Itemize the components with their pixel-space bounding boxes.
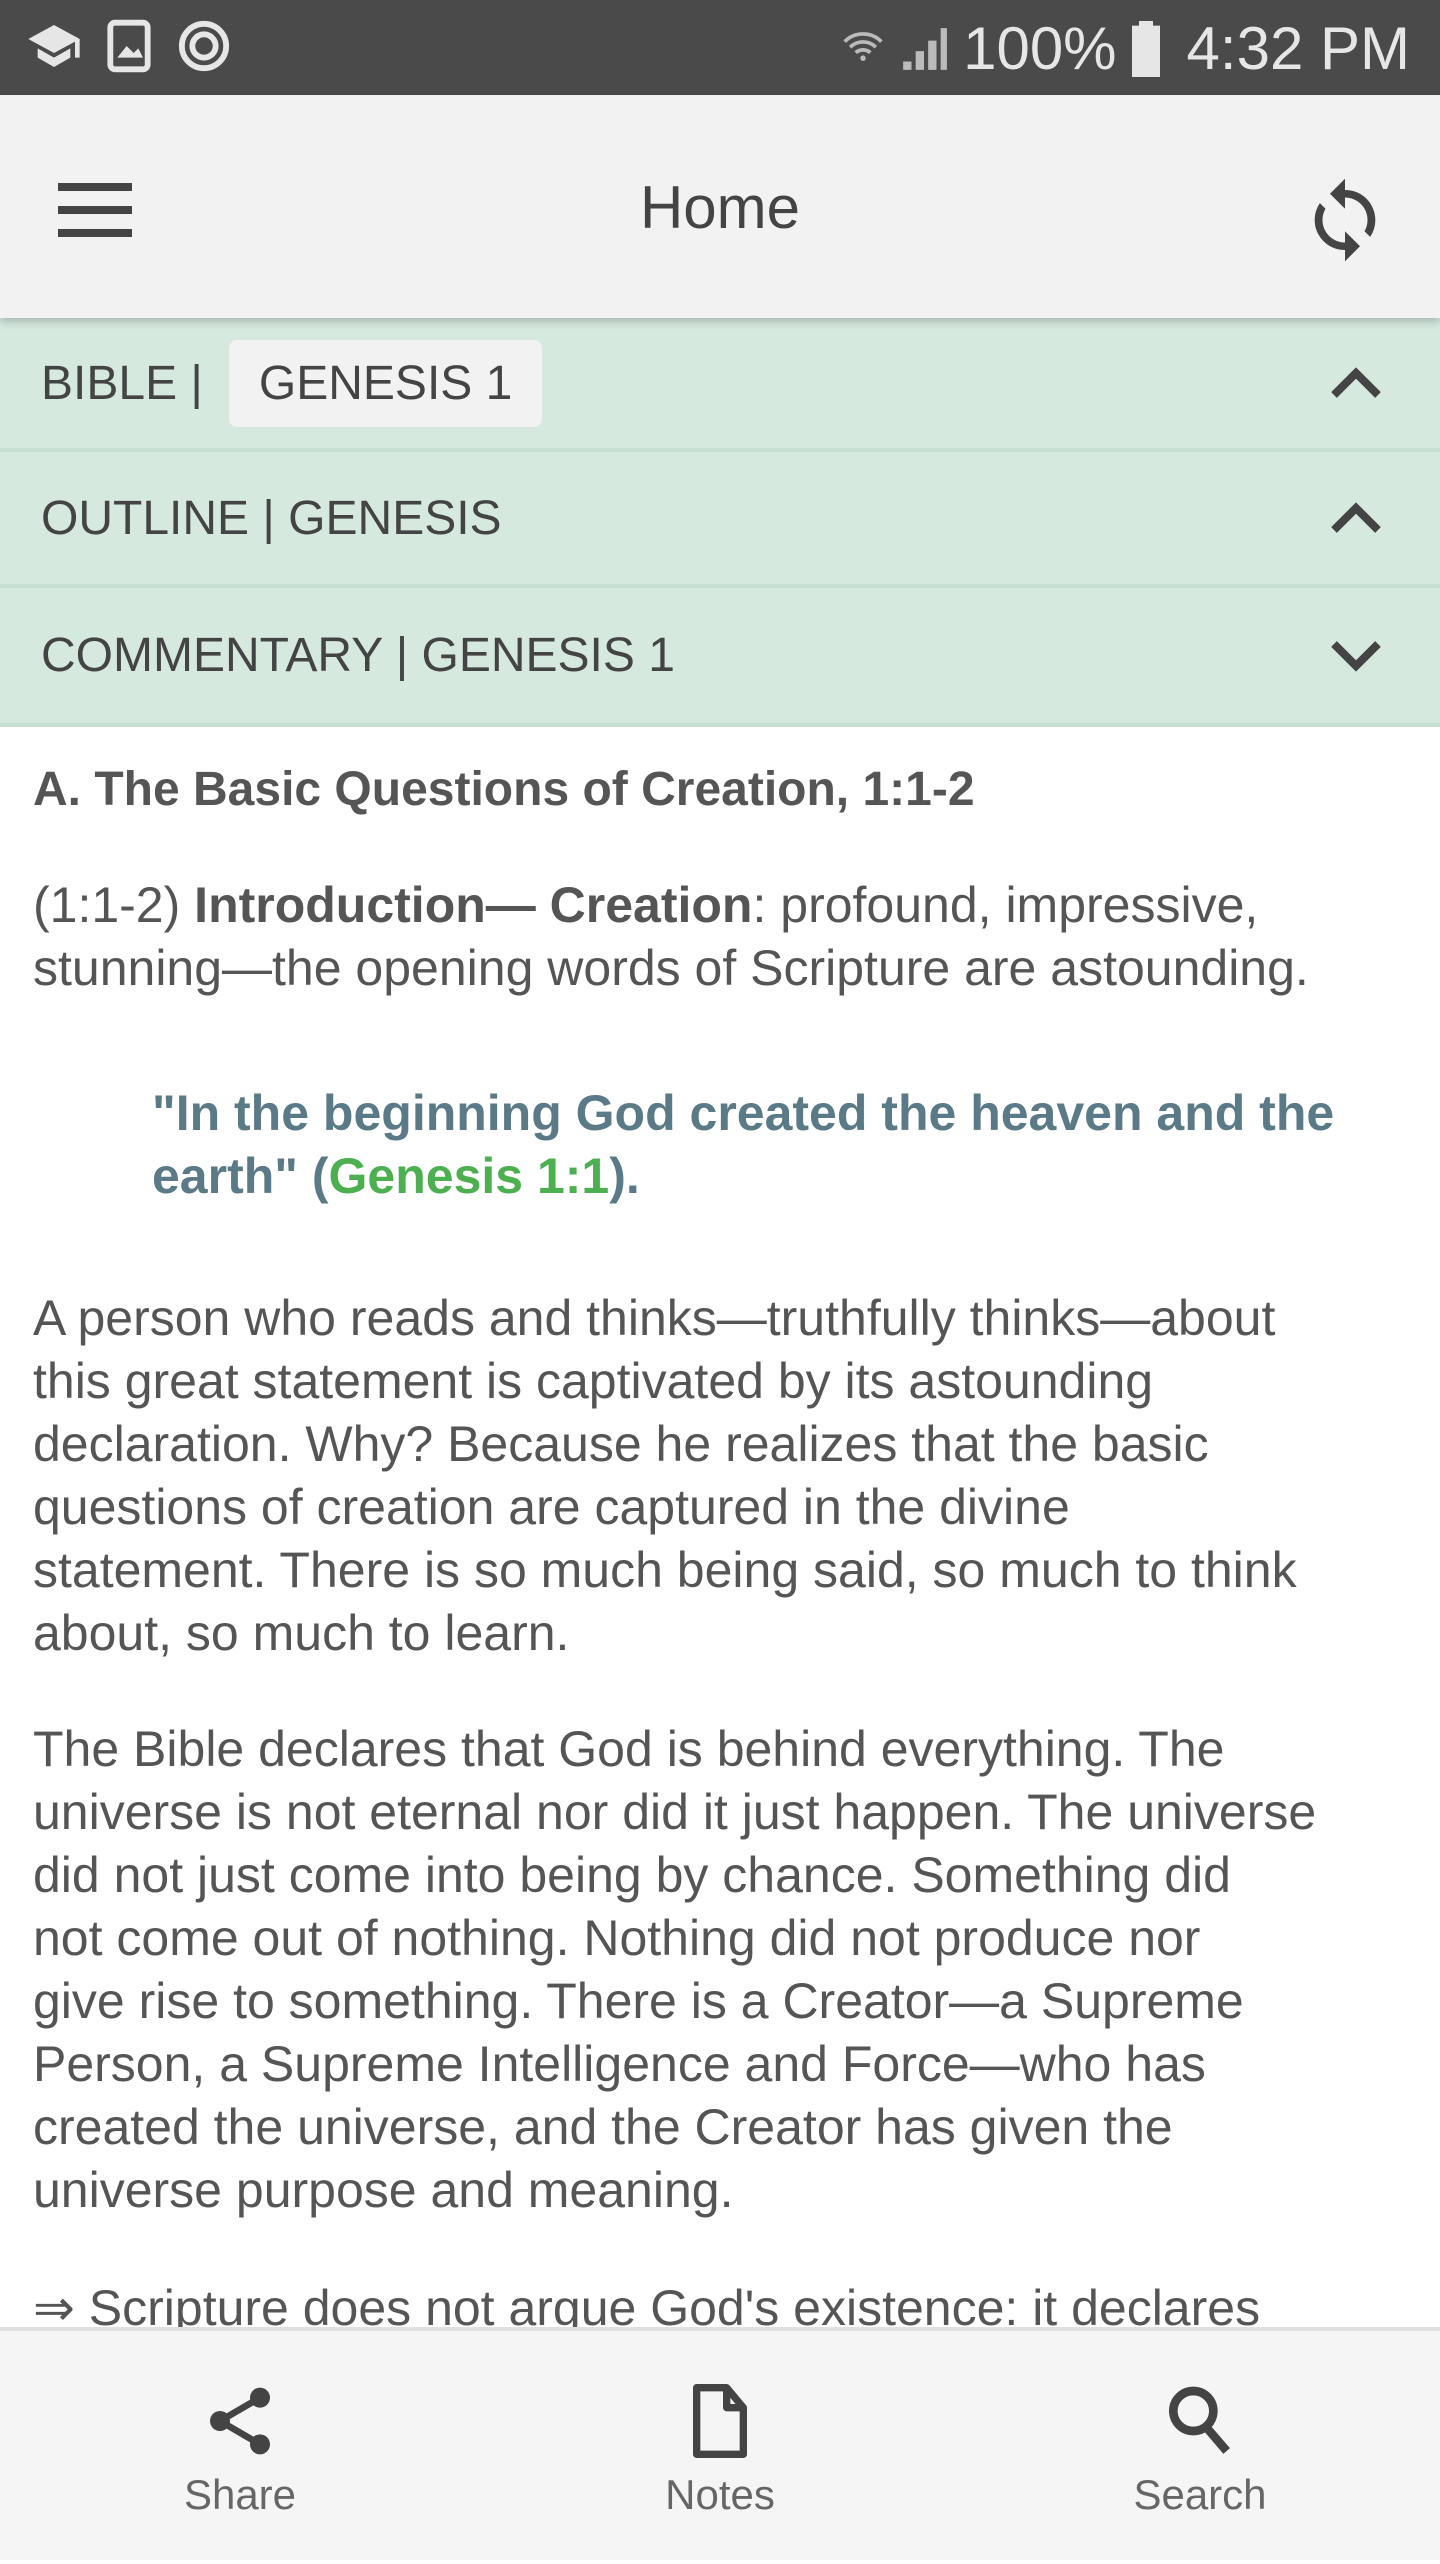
quote-text: earth" ( [152, 1148, 329, 1204]
search-icon [1169, 2386, 1230, 2454]
section-heading: A. The Basic Questions of Creation, 1:1-… [33, 763, 975, 816]
refresh-icon[interactable] [1300, 175, 1390, 265]
wifi-icon [843, 31, 883, 61]
scripture-quote: "In the beginning God created the heaven… [152, 1085, 1335, 1141]
intro-line: stunning—the opening words of Scripture … [33, 940, 1309, 996]
paragraph-line: statement. There is so much being said, … [33, 1542, 1297, 1598]
verse-ref: (1:1-2) [33, 877, 195, 933]
note-icon [693, 2384, 747, 2458]
share-label: Share [183, 2471, 297, 2518]
intro-text: : profound, impressive, [752, 877, 1259, 933]
bottom-nav: Share Notes Search [0, 2327, 1440, 2560]
share-button[interactable]: Share [90, 2331, 390, 2564]
status-bar: 100% 4:32 PM [0, 0, 1440, 95]
intro-line: (1:1-2) Introduction— Creation: profound… [33, 876, 1258, 934]
battery-percent: 100% [963, 15, 1117, 82]
page-title: Home [639, 174, 801, 241]
signal-icon [903, 27, 947, 70]
paragraph-line: A person who reads and thinks—truthfully… [33, 1290, 1276, 1346]
chevron-up-icon[interactable] [1330, 500, 1382, 536]
sync-status-icon [178, 20, 230, 72]
paragraph-line: created the universe, and the Creator ha… [33, 2099, 1173, 2155]
quote-text: ). [609, 1148, 640, 1204]
education-icon [28, 25, 80, 67]
chevron-down-icon[interactable] [1330, 638, 1382, 674]
paragraph-line: declaration. Why? Because he realizes th… [33, 1416, 1209, 1472]
scripture-link[interactable]: Genesis 1:1 [329, 1148, 610, 1204]
app-bar: Home [0, 95, 1440, 318]
section-bible[interactable]: BIBLE | GENESIS 1 [0, 318, 1440, 452]
section-outline[interactable]: OUTLINE | GENESIS [0, 452, 1440, 588]
paragraph-line: The Bible declares that God is behind ev… [33, 1721, 1225, 1777]
scripture-quote: earth" (Genesis 1:1). [152, 1147, 640, 1205]
intro-title: Introduction— Creation [194, 877, 753, 933]
paragraph-line: universe purpose and meaning. [33, 2162, 734, 2218]
section-label: OUTLINE | GENESIS [41, 491, 502, 545]
paragraph-line: questions of creation are captured in th… [33, 1479, 1070, 1535]
notes-label: Notes [665, 2471, 775, 2518]
section-label: COMMENTARY | GENESIS 1 [41, 629, 675, 682]
paragraph-line: give rise to something. There is a Creat… [33, 1973, 1244, 2029]
chevron-up-icon[interactable] [1330, 365, 1382, 401]
section-label: BIBLE | [41, 356, 203, 410]
paragraph-line: did not just come into being by chance. … [33, 1847, 1231, 1903]
paragraph-line: this great statement is captivated by it… [33, 1353, 1154, 1409]
gallery-icon [107, 19, 151, 73]
paragraph-line: Person, a Supreme Intelligence and Force… [33, 2036, 1206, 2092]
section-commentary[interactable]: COMMENTARY | GENESIS 1 [0, 588, 1440, 727]
battery-icon [1131, 20, 1160, 77]
share-icon [210, 2387, 270, 2455]
search-button[interactable]: Search [1050, 2331, 1350, 2564]
search-label: Search [1133, 2471, 1267, 2518]
paragraph-line: not come out of nothing. Nothing did not… [33, 1910, 1201, 1966]
paragraph-line: universe is not eternal nor did it just … [33, 1784, 1317, 1840]
notes-button[interactable]: Notes [570, 2331, 870, 2564]
paragraph-line: about, so much to learn. [33, 1605, 570, 1661]
chapter-chip[interactable]: GENESIS 1 [228, 339, 543, 427]
clock: 4:32 PM [1186, 15, 1410, 82]
